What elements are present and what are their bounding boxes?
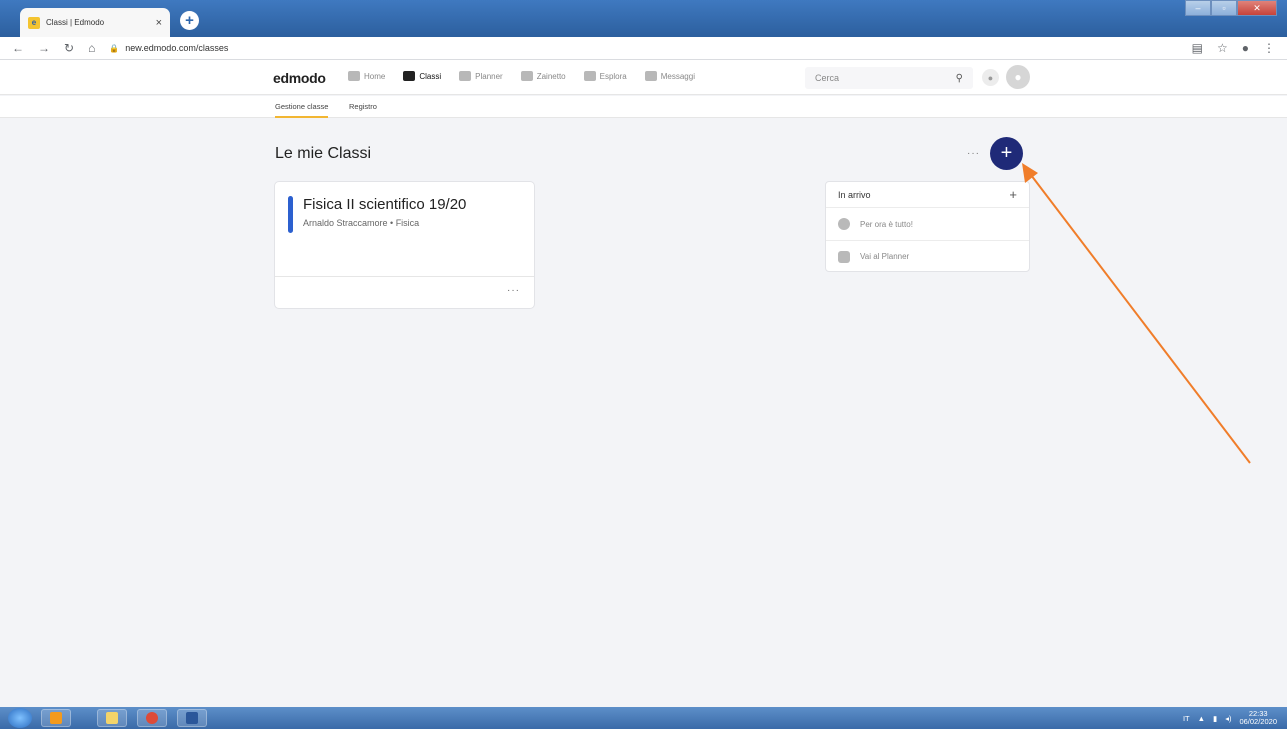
maximize-icon[interactable]: ▫ [1211, 0, 1237, 16]
word-button[interactable] [177, 709, 207, 727]
chrome-icon [146, 712, 158, 724]
class-color-bar [288, 196, 293, 233]
windows-taskbar: IT ▲ ▮ ◂) 22:33 06/02/2020 [0, 707, 1287, 729]
smile-icon [838, 218, 850, 230]
nav-item-home[interactable]: Home [348, 71, 385, 81]
card-divider [275, 276, 534, 277]
media-player-button[interactable] [41, 709, 71, 727]
sub-nav: Gestione classe Registro [0, 96, 1287, 118]
calendar-icon [838, 250, 850, 263]
rocket-icon [583, 71, 596, 81]
start-button[interactable] [8, 708, 32, 728]
lock-icon: 🔒 [109, 43, 120, 53]
clock[interactable]: 22:33 06/02/2020 [1239, 710, 1277, 726]
planner-icon [459, 71, 472, 81]
forward-icon[interactable]: → [38, 41, 50, 55]
url-field[interactable]: new.edmodo.com/classes [125, 43, 228, 53]
edmodo-favicon-icon: e [28, 16, 40, 29]
edmodo-header: edmodo Home Classi Planner Zainetto Espl… [0, 60, 1287, 95]
system-tray: IT ▲ ▮ ◂) 22:33 06/02/2020 [1183, 710, 1277, 726]
window-controls: – ▫ ✕ [1185, 0, 1277, 18]
folder-icon [106, 712, 118, 724]
volume-icon[interactable]: ◂) [1225, 714, 1231, 723]
signal-icon: ▮ [1213, 713, 1218, 723]
back-icon[interactable]: ← [12, 41, 24, 55]
edmodo-logo[interactable]: edmodo [273, 70, 326, 86]
incoming-panel: In arrivo + Per ora è tutto! Vai al Plan… [825, 181, 1030, 272]
chrome-button[interactable] [137, 709, 167, 727]
media-player-icon [50, 712, 62, 724]
new-tab-button[interactable]: + [180, 11, 199, 30]
bookmark-star-icon[interactable]: ☆ [1217, 41, 1228, 55]
notification-bell-icon[interactable]: ● [982, 69, 999, 86]
class-card[interactable]: Fisica II scientifico 19/20 Arnaldo Stra… [274, 181, 535, 309]
tab-gestione-classe[interactable]: Gestione classe [275, 102, 329, 118]
add-class-button[interactable]: + [990, 137, 1023, 170]
avatar[interactable]: ● [1006, 65, 1030, 89]
explorer-button[interactable] [97, 709, 127, 727]
menu-dots-icon[interactable]: ⋮ [1263, 41, 1275, 55]
translate-icon[interactable]: ▤ [1192, 41, 1203, 55]
incoming-header: In arrivo + [826, 182, 1029, 208]
nav-item-planner[interactable]: Planner [459, 71, 503, 81]
search-icon[interactable]: ⚲ [956, 73, 963, 84]
tab-registro[interactable]: Registro [349, 102, 377, 111]
word-icon [186, 712, 198, 724]
messages-icon [644, 71, 657, 81]
classes-icon [403, 71, 416, 81]
class-meta: Arnaldo Straccamore • Fisica [303, 218, 420, 228]
nav-item-messaggi[interactable]: Messaggi [644, 71, 695, 81]
list-item: Per ora è tutto! [826, 208, 1029, 240]
backpack-icon [520, 71, 533, 81]
home-browser-icon[interactable]: ⌂ [88, 41, 95, 55]
language-indicator[interactable]: IT [1183, 714, 1190, 723]
search-placeholder: Cerca [815, 73, 840, 83]
search-input[interactable]: Cerca ⚲ [805, 67, 973, 89]
address-bar: ← → ↻ ⌂ 🔒 new.edmodo.com/classes ▤ ☆ ● ⋮ [0, 37, 1287, 60]
incoming-title: In arrivo [838, 189, 871, 200]
page-title: Le mie Classi [275, 145, 372, 162]
reload-icon[interactable]: ↻ [64, 41, 74, 55]
more-options-icon[interactable]: ··· [967, 148, 980, 159]
tab-close-icon[interactable]: × [156, 17, 162, 29]
planner-link[interactable]: Vai al Planner [826, 240, 1029, 272]
profile-icon[interactable]: ● [1242, 41, 1249, 55]
incoming-add-icon[interactable]: + [1009, 187, 1017, 202]
nav-item-esplora[interactable]: Esplora [583, 71, 627, 81]
browser-tab-bar: e Classi | Edmodo × + – ▫ ✕ [0, 0, 1287, 37]
minimize-icon[interactable]: – [1185, 0, 1211, 16]
tray-arrow-icon[interactable]: ▲ [1198, 714, 1205, 723]
browser-tab[interactable]: e Classi | Edmodo × [20, 8, 170, 37]
main-nav: Home Classi Planner Zainetto Esplora Mes… [348, 71, 695, 81]
nav-item-classi[interactable]: Classi [403, 71, 441, 81]
class-more-icon[interactable]: ··· [507, 285, 520, 296]
class-name[interactable]: Fisica II scientifico 19/20 [303, 196, 466, 213]
home-icon [348, 71, 360, 81]
window-close-icon[interactable]: ✕ [1237, 0, 1277, 16]
nav-item-zainetto[interactable]: Zainetto [520, 71, 566, 81]
tab-title: Classi | Edmodo [46, 18, 105, 27]
